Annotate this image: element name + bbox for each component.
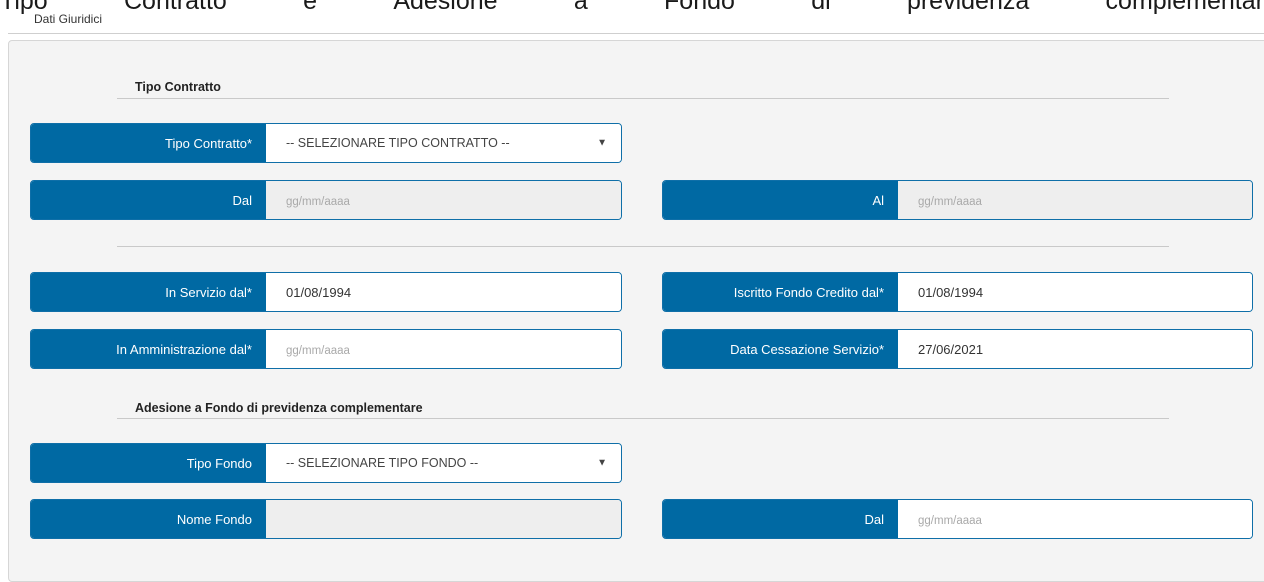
section-title-contract: Tipo Contratto — [135, 80, 221, 94]
data-cessazione-label: Data Cessazione Servizio* — [663, 330, 898, 368]
nome-fondo-field[interactable]: Nome Fondo — [30, 499, 622, 539]
section-divider — [117, 418, 1169, 419]
tipo-contratto-select[interactable]: Tipo Contratto* -- SELEZIONARE TIPO CONT… — [30, 123, 622, 163]
data-cessazione-input[interactable] — [918, 341, 1252, 357]
dal-field[interactable]: Dal — [30, 180, 622, 220]
tab-dati-giuridici[interactable]: Dati Giuridici — [34, 12, 102, 26]
iscritto-fondo-label: Iscritto Fondo Credito dal* — [663, 273, 898, 311]
fondo-dal-input[interactable] — [918, 511, 1252, 527]
fondo-dal-field[interactable]: Dal — [662, 499, 1253, 539]
in-servizio-field[interactable]: In Servizio dal* — [30, 272, 622, 312]
tipo-fondo-select[interactable]: Tipo Fondo -- SELEZIONARE TIPO FONDO -- … — [30, 443, 622, 483]
fondo-dal-label: Dal — [663, 500, 898, 538]
dal-label: Dal — [31, 181, 266, 219]
tipo-contratto-value[interactable]: -- SELEZIONARE TIPO CONTRATTO -- ▼ — [266, 124, 621, 162]
al-input[interactable] — [918, 192, 1252, 208]
in-amministrazione-input[interactable] — [286, 341, 621, 357]
al-field[interactable]: Al — [662, 180, 1253, 220]
al-label: Al — [663, 181, 898, 219]
iscritto-fondo-field[interactable]: Iscritto Fondo Credito dal* — [662, 272, 1253, 312]
nome-fondo-input[interactable] — [286, 511, 621, 527]
data-cessazione-field[interactable]: Data Cessazione Servizio* — [662, 329, 1253, 369]
iscritto-fondo-input[interactable] — [918, 284, 1252, 300]
caret-down-icon[interactable]: ▼ — [597, 458, 607, 469]
in-servizio-label: In Servizio dal* — [31, 273, 266, 311]
nome-fondo-label: Nome Fondo — [31, 500, 266, 538]
in-amministrazione-field[interactable]: In Amministrazione dal* — [30, 329, 622, 369]
section-divider — [117, 246, 1169, 247]
in-servizio-input[interactable] — [286, 284, 621, 300]
in-amministrazione-label: In Amministrazione dal* — [31, 330, 266, 368]
tipo-fondo-value[interactable]: -- SELEZIONARE TIPO FONDO -- ▼ — [266, 444, 621, 482]
caret-down-icon[interactable]: ▼ — [597, 138, 607, 149]
tipo-fondo-label: Tipo Fondo — [31, 444, 266, 482]
tab-divider — [8, 33, 1264, 34]
page-title: Tipo Contratto e Adesione a Fondo di pre… — [0, 0, 1264, 14]
section-title-pension: Adesione a Fondo di previdenza complemen… — [135, 401, 423, 415]
section-divider — [117, 98, 1169, 99]
tipo-contratto-label: Tipo Contratto* — [31, 124, 266, 162]
dal-input[interactable] — [286, 192, 621, 208]
